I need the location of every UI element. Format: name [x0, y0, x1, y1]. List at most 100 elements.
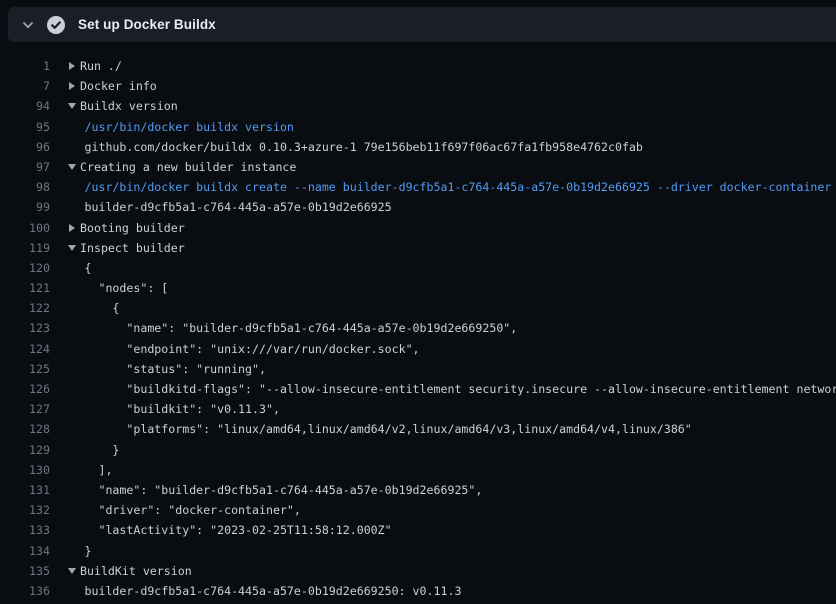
line-number[interactable]: 136: [0, 581, 50, 601]
chevron-collapsed-icon[interactable]: [66, 218, 80, 238]
output-text: "name": "builder-d9cfb5a1-c764-445a-a57e…: [85, 480, 483, 500]
line-number[interactable]: 96: [0, 137, 50, 157]
group-label: Buildx version: [80, 96, 178, 116]
output-text: github.com/docker/buildx 0.10.3+azure-1 …: [85, 137, 643, 157]
group-label: Booting builder: [80, 218, 185, 238]
log-line-row: 125 "status": "running",: [0, 359, 836, 379]
line-number[interactable]: 135: [0, 561, 50, 581]
output-text: builder-d9cfb5a1-c764-445a-a57e-0b19d2e6…: [85, 197, 392, 217]
line-number[interactable]: 129: [0, 440, 50, 460]
output-text: ],: [85, 460, 113, 480]
output-text: "name": "builder-d9cfb5a1-c764-445a-a57e…: [85, 318, 518, 338]
log-group-row[interactable]: 1 Run ./: [0, 56, 836, 76]
chevron-expanded-icon[interactable]: [66, 238, 80, 258]
group-label: Run ./: [80, 56, 122, 76]
line-number[interactable]: 100: [0, 218, 50, 238]
chevron-expanded-icon[interactable]: [66, 561, 80, 581]
output-text: "lastActivity": "2023-02-25T11:58:12.000…: [85, 520, 392, 540]
log-line-row: 120 {: [0, 258, 836, 278]
line-number[interactable]: 119: [0, 238, 50, 258]
output-text: "buildkitd-flags": "--allow-insecure-ent…: [85, 379, 836, 399]
log-line-row: 127 "buildkit": "v0.11.3",: [0, 399, 836, 419]
log-line-row: 134}: [0, 541, 836, 561]
line-number[interactable]: 99: [0, 197, 50, 217]
triangle-right-icon: [69, 82, 75, 90]
log-group-row[interactable]: 119 Inspect builder: [0, 238, 836, 258]
group-label: Docker info: [80, 76, 157, 96]
line-number[interactable]: 95: [0, 117, 50, 137]
line-number[interactable]: 128: [0, 419, 50, 439]
output-text: "buildkit": "v0.11.3",: [85, 399, 280, 419]
triangle-down-icon: [68, 568, 76, 574]
step-header[interactable]: Set up Docker Buildx: [8, 7, 836, 42]
line-number[interactable]: 1: [0, 56, 50, 76]
log-line-row: 133 "lastActivity": "2023-02-25T11:58:12…: [0, 520, 836, 540]
line-number[interactable]: 134: [0, 541, 50, 561]
output-text: "status": "running",: [85, 359, 266, 379]
line-number[interactable]: 131: [0, 480, 50, 500]
log-line-row: 122 {: [0, 298, 836, 318]
triangle-down-icon: [68, 103, 76, 109]
line-number[interactable]: 123: [0, 318, 50, 338]
line-number[interactable]: 94: [0, 96, 50, 116]
log-line-row: 136 builder-d9cfb5a1-c764-445a-a57e-0b19d…: [0, 581, 836, 601]
line-number[interactable]: 133: [0, 520, 50, 540]
output-text: "driver": "docker-container",: [85, 500, 301, 520]
log-line-row: 124 "endpoint": "unix:///var/run/docker.…: [0, 339, 836, 359]
log-line-row: 129 }: [0, 440, 836, 460]
line-number[interactable]: 98: [0, 177, 50, 197]
chevron-expanded-icon[interactable]: [66, 96, 80, 116]
log-line-row: 121 "nodes": [: [0, 278, 836, 298]
triangle-right-icon: [69, 224, 75, 232]
log-group-row[interactable]: 94 Buildx version: [0, 96, 836, 116]
group-label: Creating a new builder instance: [80, 157, 296, 177]
log-group-row[interactable]: 100 Booting builder: [0, 218, 836, 238]
log-area: 1Run ./7Docker info94Buildx version95/us…: [0, 56, 836, 601]
log-group-row[interactable]: 7 Docker info: [0, 76, 836, 96]
line-number[interactable]: 121: [0, 278, 50, 298]
log-line-row: 130 ],: [0, 460, 836, 480]
log-line-row: 123 "name": "builder-d9cfb5a1-c764-445a-…: [0, 318, 836, 338]
output-text: {: [85, 298, 120, 318]
log-line-row: 95/usr/bin/docker buildx version: [0, 117, 836, 137]
group-label: BuildKit version: [80, 561, 192, 581]
log-line-row: 96 github.com/docker/buildx 0.10.3+azure-…: [0, 137, 836, 157]
line-number[interactable]: 130: [0, 460, 50, 480]
group-label: Inspect builder: [80, 238, 185, 258]
line-number[interactable]: 97: [0, 157, 50, 177]
line-number[interactable]: 125: [0, 359, 50, 379]
output-text: }: [85, 440, 120, 460]
output-text: {: [85, 258, 92, 278]
triangle-down-icon: [68, 245, 76, 251]
chevron-down-icon[interactable]: [22, 19, 34, 31]
log-line-row: 132 "driver": "docker-container",: [0, 500, 836, 520]
output-text: builder-d9cfb5a1-c764-445a-a57e-0b19d2e6…: [85, 581, 462, 601]
log-line-row: 128 "platforms": "linux/amd64,linux/amd6…: [0, 419, 836, 439]
log-line-row: 98/usr/bin/docker buildx create --name b…: [0, 177, 836, 197]
log-group-row[interactable]: 97 Creating a new builder instance: [0, 157, 836, 177]
output-text: "endpoint": "unix:///var/run/docker.sock…: [85, 339, 420, 359]
log-line-row: 131 "name": "builder-d9cfb5a1-c764-445a-…: [0, 480, 836, 500]
line-number[interactable]: 7: [0, 76, 50, 96]
log-line-row: 126 "buildkitd-flags": "--allow-insecure…: [0, 379, 836, 399]
success-check-icon: [47, 16, 65, 34]
output-text: "nodes": [: [85, 278, 169, 298]
line-number[interactable]: 132: [0, 500, 50, 520]
line-number[interactable]: 126: [0, 379, 50, 399]
chevron-collapsed-icon[interactable]: [66, 76, 80, 96]
line-number[interactable]: 122: [0, 298, 50, 318]
line-number[interactable]: 120: [0, 258, 50, 278]
command-text: /usr/bin/docker buildx create --name bui…: [85, 177, 832, 197]
line-number[interactable]: 124: [0, 339, 50, 359]
log-line-row: 99 builder-d9cfb5a1-c764-445a-a57e-0b19d2…: [0, 197, 836, 217]
step-title: Set up Docker Buildx: [78, 17, 216, 32]
log-group-row[interactable]: 135 BuildKit version: [0, 561, 836, 581]
chevron-collapsed-icon[interactable]: [66, 56, 80, 76]
triangle-right-icon: [69, 62, 75, 70]
output-text: }: [85, 541, 92, 561]
output-text: "platforms": "linux/amd64,linux/amd64/v2…: [85, 419, 692, 439]
chevron-expanded-icon[interactable]: [66, 157, 80, 177]
triangle-down-icon: [68, 164, 76, 170]
command-text: /usr/bin/docker buildx version: [85, 117, 294, 137]
line-number[interactable]: 127: [0, 399, 50, 419]
